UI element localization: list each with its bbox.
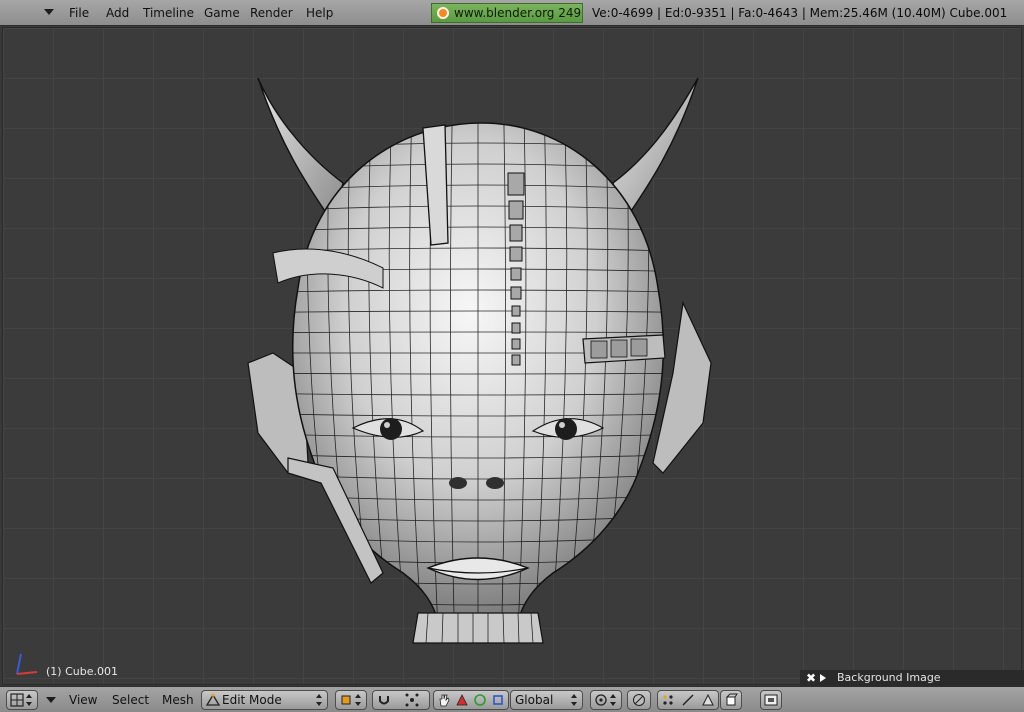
mode-select[interactable]: Edit Mode <box>201 690 328 710</box>
mode-label: Edit Mode <box>222 693 282 707</box>
draw-type-icon <box>341 695 351 705</box>
occlude-icon <box>725 693 738 706</box>
menu-collapse-arrow-icon[interactable] <box>44 9 54 15</box>
expand-arrow-icon[interactable] <box>820 674 826 682</box>
3d-view-header: View Select Mesh Edit Mode Global <box>0 686 1024 712</box>
menu-render[interactable]: Render <box>250 6 293 20</box>
draw-type-button[interactable] <box>335 690 367 710</box>
menu-timeline[interactable]: Timeline <box>143 6 194 20</box>
window-type-button[interactable] <box>6 690 38 710</box>
3d-viewport[interactable]: (1) Cube.001 <box>2 27 1022 685</box>
orientation-select[interactable]: Global <box>510 690 583 710</box>
header-collapse-icon[interactable] <box>46 697 56 703</box>
updown-icon <box>571 694 578 706</box>
occlude-button[interactable] <box>720 690 742 710</box>
close-icon[interactable]: ✖ <box>806 670 816 686</box>
face-select-icon[interactable] <box>701 693 715 707</box>
updown-icon <box>610 694 617 706</box>
active-object-label: (1) Cube.001 <box>46 665 118 678</box>
updown-icon <box>26 694 33 706</box>
pivot-button[interactable] <box>372 690 430 710</box>
rotate-icon[interactable] <box>473 693 487 707</box>
menu-help[interactable]: Help <box>306 6 333 20</box>
menu-select[interactable]: Select <box>112 693 149 707</box>
proportional-edit-button[interactable] <box>590 690 622 710</box>
vertex-select-icon[interactable] <box>661 693 675 707</box>
top-menu-bar: File Add Timeline Game Render Help www.b… <box>0 0 1024 26</box>
background-image-label: Background Image <box>837 671 941 684</box>
translate-icon[interactable] <box>455 693 469 707</box>
neck <box>412 612 544 644</box>
scene-stats: Ve:0-4699 | Ed:0-9351 | Fa:0-4643 | Mem:… <box>592 6 1008 20</box>
updown-icon <box>355 694 362 706</box>
select-mode-buttons[interactable] <box>657 690 719 710</box>
window-type-icon <box>10 693 24 707</box>
pivot-icon <box>405 693 419 707</box>
blender-logo-icon <box>437 7 449 19</box>
menu-game[interactable]: Game <box>204 6 240 20</box>
head-mesh[interactable] <box>233 73 723 653</box>
hand-icon[interactable] <box>437 693 451 707</box>
blender-splash-button[interactable]: www.blender.org 249.2 <box>431 3 583 23</box>
falloff-icon <box>633 694 645 706</box>
menu-mesh[interactable]: Mesh <box>162 693 194 707</box>
falloff-button[interactable] <box>627 690 651 710</box>
axis-gizmo-icon <box>16 653 38 675</box>
scale-icon[interactable] <box>491 693 505 707</box>
orientation-label: Global <box>515 693 554 707</box>
proportional-icon <box>595 694 607 706</box>
splash-label: www.blender.org 249.2 <box>454 6 583 20</box>
menu-add[interactable]: Add <box>106 6 129 20</box>
render-icon <box>764 694 778 706</box>
magnet-icon <box>379 696 389 705</box>
render-button[interactable] <box>760 690 782 710</box>
menu-view[interactable]: View <box>69 693 97 707</box>
updown-icon <box>316 694 323 706</box>
manipulator-buttons[interactable] <box>433 690 509 710</box>
menu-file[interactable]: File <box>69 6 89 20</box>
edge-select-icon[interactable] <box>681 693 695 707</box>
edit-mode-icon <box>206 693 220 706</box>
background-image-panel[interactable]: ✖ Background Image <box>800 670 1024 686</box>
